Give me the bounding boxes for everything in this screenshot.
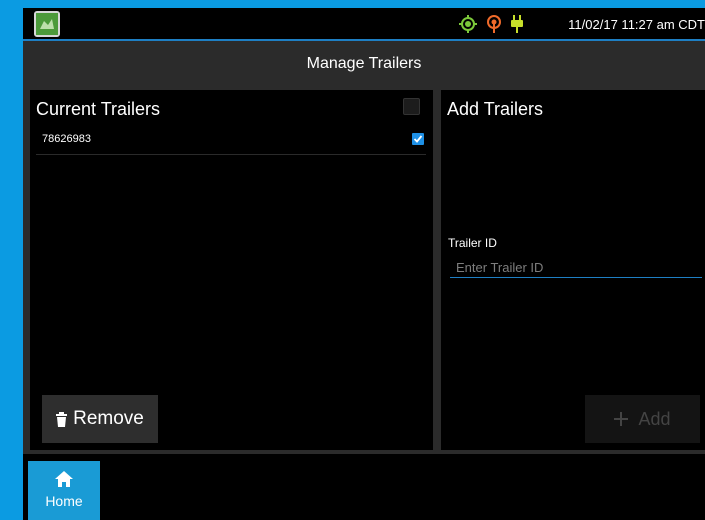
select-all-checkbox[interactable] [403,98,420,115]
current-trailers-title: Current Trailers [36,99,161,119]
home-tab[interactable]: Home [28,461,100,520]
trailer-checkbox[interactable] [412,133,424,145]
remove-label: Remove [73,408,144,429]
status-bar: 11/02/17 11:27 am CDT [23,8,705,41]
home-label: Home [45,493,83,509]
trailer-id: 78626983 [42,133,91,145]
current-trailers-panel: Current Trailers 78626983 Remove [30,90,433,450]
add-label: Add [638,408,671,429]
home-icon [55,471,73,487]
status-datetime: 11/02/17 11:27 am CDT [568,17,705,32]
add-button[interactable]: Add [585,395,700,443]
plus-icon [614,412,629,426]
trash-icon [56,411,68,427]
add-trailers-title: Add Trailers [447,99,544,119]
app-logo-icon[interactable] [34,11,60,37]
remove-button[interactable]: Remove [42,395,158,443]
signal-icon [487,15,501,33]
trailer-id-input[interactable] [450,258,702,278]
power-plug-icon [511,15,523,33]
page-title: Manage Trailers [23,43,705,85]
bottom-nav: Home [23,454,705,520]
trailer-id-label: Trailer ID [448,236,497,250]
trailer-row[interactable]: 78626983 [36,130,426,155]
check-icon [413,135,423,143]
app-screen: 11/02/17 11:27 am CDT Manage Trailers Cu… [23,8,705,520]
status-icons [459,15,523,33]
gps-icon [459,15,477,33]
add-trailers-panel: Add Trailers Trailer ID Add [441,90,705,450]
